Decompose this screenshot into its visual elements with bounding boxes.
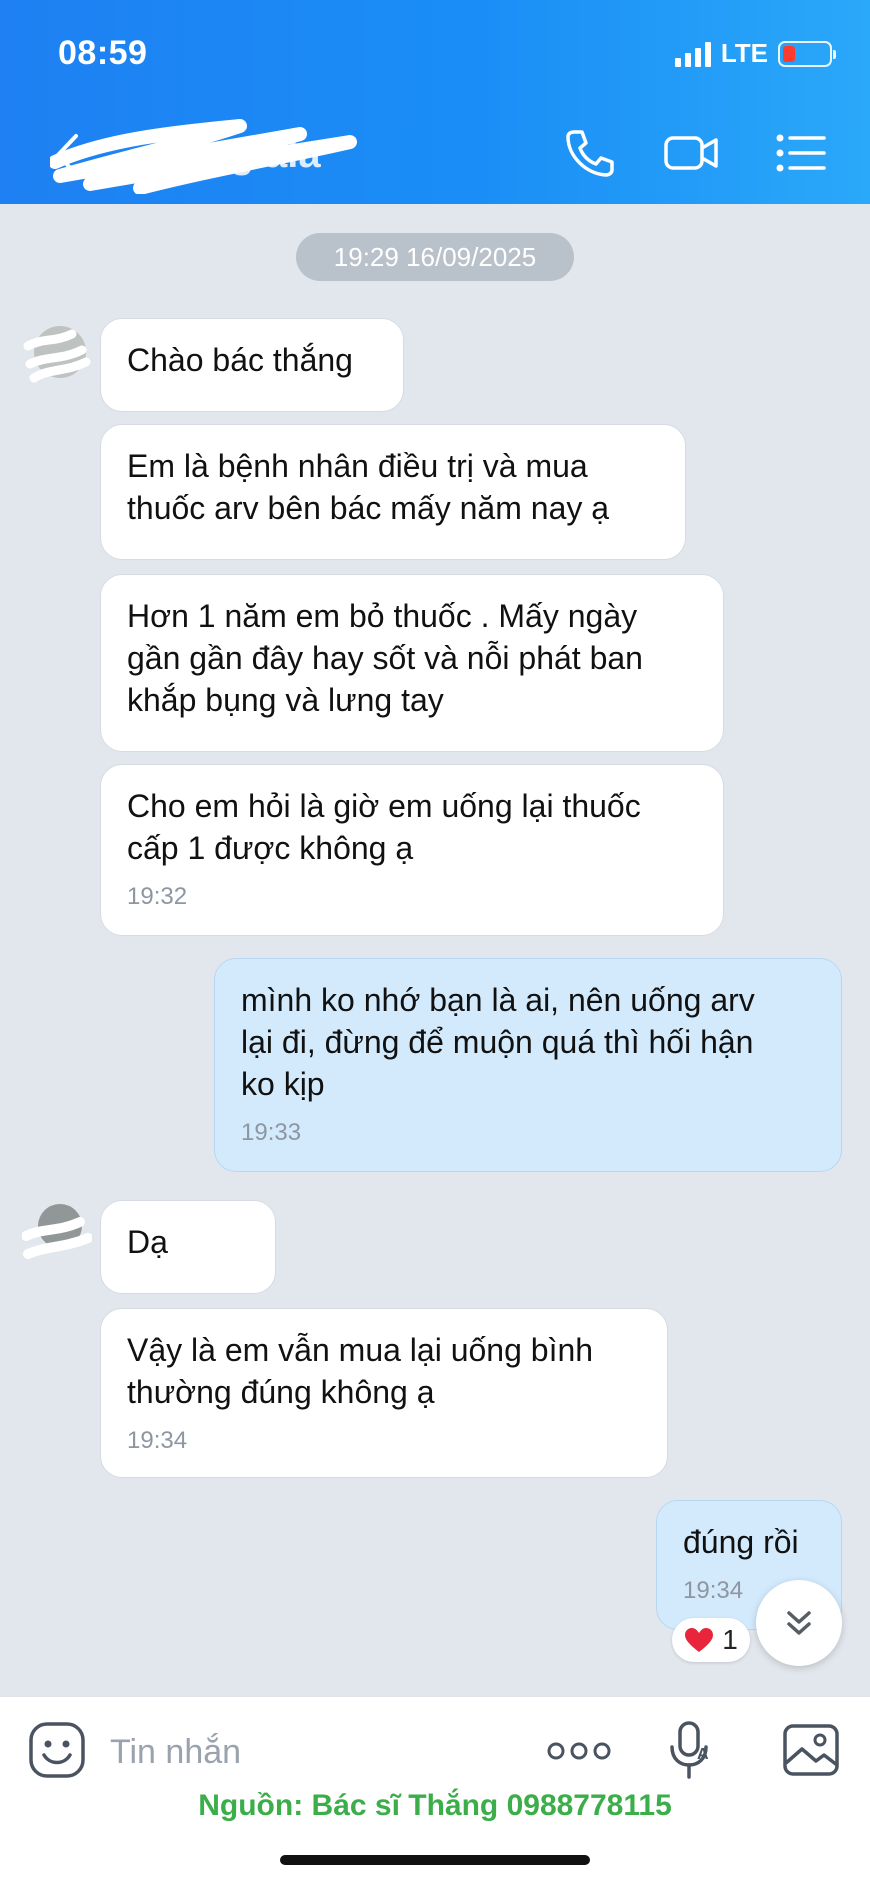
status-time: 08:59	[58, 34, 148, 72]
chat-header: 08:59 LTE xxxxxxgiala	[0, 0, 870, 204]
date-separator: 19:29 16/09/2025	[296, 233, 574, 281]
voice-to-text-icon[interactable]: A	[668, 1719, 712, 1781]
message-input[interactable]	[110, 1727, 510, 1777]
composer-bar: A Nguồn: Bác sĩ Thắng 0988778115	[0, 1696, 870, 1884]
menu-list-icon[interactable]	[772, 126, 830, 180]
message-text: Cho em hỏi là giờ em uống lại thuốc cấp …	[127, 788, 641, 866]
source-caption: Nguồn: Bác sĩ Thắng 0988778115	[198, 1789, 672, 1822]
message-bubble-incoming[interactable]: Cho em hỏi là giờ em uống lại thuốc cấp …	[100, 764, 724, 936]
signal-icon	[674, 41, 711, 67]
message-time: 19:34	[127, 1427, 188, 1454]
message-bubble-incoming[interactable]: Em là bệnh nhân điều trị và mua thuốc ar…	[100, 424, 686, 560]
message-text: Hơn 1 năm em bỏ thuốc . Mấy ngày gần gần…	[127, 598, 643, 718]
status-indicators: LTE	[674, 38, 836, 69]
message-time: 19:33	[241, 1119, 302, 1146]
battery-icon	[778, 40, 836, 67]
message-text: mình ko nhớ bạn là ai, nên uống arv lại …	[241, 982, 755, 1102]
message-bubble-incoming[interactable]: Hơn 1 năm em bỏ thuốc . Mấy ngày gần gần…	[100, 574, 724, 752]
more-options-icon[interactable]	[544, 1731, 614, 1771]
heart-icon	[685, 1628, 714, 1652]
scroll-to-bottom-button[interactable]	[756, 1580, 842, 1666]
phone-call-icon[interactable]	[560, 126, 618, 180]
double-chevron-down-icon	[787, 1611, 811, 1635]
reaction-count: 1	[722, 1624, 738, 1655]
reaction-badge[interactable]: 1	[672, 1618, 750, 1662]
message-text: Dạ	[127, 1224, 168, 1260]
sticker-emoji-icon[interactable]	[28, 1721, 86, 1779]
network-label: LTE	[720, 38, 768, 68]
contact-avatar[interactable]	[22, 316, 92, 386]
message-bubble-incoming[interactable]: Vậy là em vẫn mua lại uống bình thường đ…	[100, 1308, 668, 1478]
contact-avatar[interactable]	[22, 1196, 92, 1266]
home-indicator[interactable]	[280, 1855, 590, 1865]
message-bubble-outgoing[interactable]: mình ko nhớ bạn là ai, nên uống arv lại …	[214, 958, 842, 1172]
svg-text:A: A	[697, 1746, 709, 1763]
message-text: Vậy là em vẫn mua lại uống bình thường đ…	[127, 1332, 594, 1410]
message-time: 19:32	[127, 883, 188, 910]
message-bubble-incoming[interactable]: Dạ	[100, 1200, 276, 1294]
message-text: Em là bệnh nhân điều trị và mua thuốc ar…	[127, 448, 610, 526]
video-call-icon[interactable]	[662, 126, 720, 180]
message-bubble-incoming[interactable]: Chào bác thắng	[100, 318, 404, 412]
redaction-scribble	[50, 119, 357, 194]
image-gallery-icon[interactable]	[782, 1723, 840, 1777]
message-text: đúng rồi	[683, 1524, 799, 1560]
message-text: Chào bác thắng	[127, 342, 353, 378]
